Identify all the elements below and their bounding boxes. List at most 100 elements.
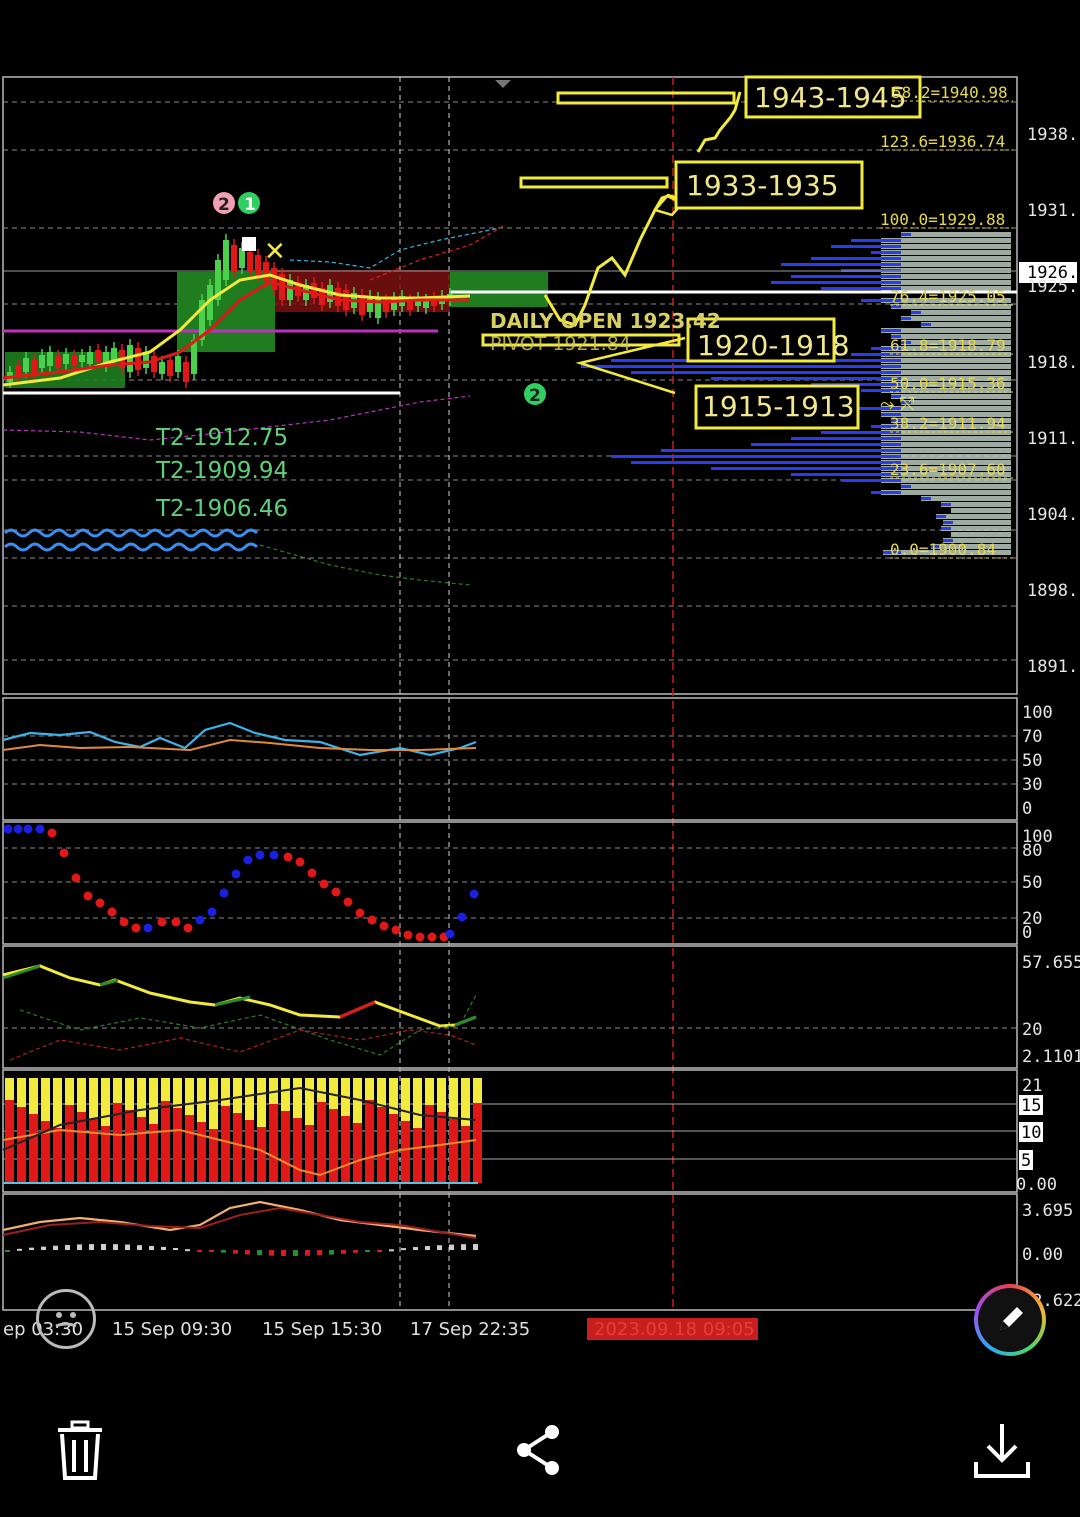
macd-bar bbox=[329, 1250, 334, 1255]
share-button[interactable] bbox=[506, 1418, 570, 1482]
vol-bar-red bbox=[449, 1119, 458, 1183]
svg-text:0.00: 0.00 bbox=[1022, 1245, 1063, 1265]
candle-body bbox=[47, 352, 53, 366]
vol-bar-red bbox=[221, 1106, 230, 1183]
profile-bar-volume bbox=[611, 455, 901, 458]
vol-bar-red bbox=[161, 1101, 170, 1183]
edit-button[interactable] bbox=[974, 1284, 1046, 1356]
profile-bar-volume bbox=[811, 257, 901, 260]
vol-bar-red bbox=[29, 1114, 38, 1183]
svg-text:15 Sep 15:30: 15 Sep 15:30 bbox=[262, 1319, 382, 1340]
stoch-dot bbox=[457, 912, 467, 922]
stoch-dot bbox=[331, 887, 341, 897]
macd-bar bbox=[473, 1244, 478, 1250]
profile-bar-volume bbox=[851, 239, 901, 242]
profile-bar-value bbox=[901, 232, 1011, 237]
macd-histogram bbox=[5, 1244, 478, 1256]
svg-text:1904.: 1904. bbox=[1027, 505, 1078, 525]
vol-bar-red bbox=[293, 1118, 302, 1183]
stoch-dot bbox=[71, 873, 81, 883]
vol-bar-red bbox=[281, 1111, 290, 1183]
profile-bar-volume bbox=[821, 431, 901, 434]
pivot-label: PIVOT 1921.84 bbox=[490, 333, 631, 355]
candle-body bbox=[87, 352, 93, 364]
trading-chart[interactable]: 1943-1945 1933-1935 1920-1918 1915-1913 … bbox=[0, 0, 1080, 1390]
svg-text:30: 30 bbox=[1022, 775, 1042, 795]
vol-bar-red bbox=[353, 1123, 362, 1183]
fib-level-label: 76.4=1925.05 bbox=[890, 287, 1006, 306]
candle-body bbox=[71, 356, 77, 366]
profile-bar-value bbox=[951, 532, 1011, 537]
macd-bar bbox=[257, 1250, 262, 1256]
stoch-grid bbox=[3, 847, 1017, 919]
emoji-face-button[interactable] bbox=[36, 1289, 96, 1349]
svg-text:3.695: 3.695 bbox=[1022, 1201, 1073, 1221]
vol-bar-red bbox=[17, 1107, 26, 1183]
candle-body bbox=[159, 362, 165, 374]
candle-body bbox=[111, 348, 117, 360]
vol-bar-red bbox=[269, 1104, 278, 1183]
stoch-dot bbox=[23, 824, 33, 834]
zone-bar-1943 bbox=[556, 91, 736, 105]
stoch-dot bbox=[195, 915, 205, 925]
stoch-dot bbox=[171, 917, 181, 927]
profile-bar-volume bbox=[943, 521, 953, 524]
profile-bar-value bbox=[941, 526, 1011, 531]
vol-bar-red bbox=[437, 1112, 446, 1183]
vol-bar-red bbox=[461, 1126, 470, 1183]
scroll-marker-icon bbox=[495, 80, 511, 88]
stoch-dot bbox=[95, 898, 105, 908]
svg-text:0.00: 0.00 bbox=[1016, 1175, 1057, 1195]
vol-bar-red bbox=[389, 1114, 398, 1183]
wave-line-1 bbox=[3, 528, 259, 538]
zone-label-1920: 1920-1918 bbox=[697, 329, 850, 362]
macd-bar bbox=[5, 1250, 10, 1252]
vol-bar-red bbox=[65, 1105, 74, 1183]
profile-bar-volume bbox=[881, 329, 901, 332]
profile-bar-volume bbox=[901, 233, 911, 236]
svg-text:2: 2 bbox=[218, 195, 230, 215]
profile-bar-volume bbox=[901, 317, 911, 320]
stoch-dot bbox=[107, 907, 117, 917]
svg-text:2: 2 bbox=[529, 386, 541, 406]
stoch-dot bbox=[283, 852, 293, 862]
profile-bar-volume bbox=[821, 287, 901, 290]
macd-panel-frame bbox=[2, 1193, 1018, 1311]
profile-bar-volume bbox=[791, 275, 901, 278]
candle-body bbox=[63, 354, 69, 364]
stoch-axis: 100 80 50 20 0 bbox=[1022, 827, 1053, 943]
candle-body bbox=[31, 360, 37, 374]
signal-square bbox=[242, 237, 256, 251]
vol-bar-red bbox=[305, 1125, 314, 1183]
macd-bar bbox=[149, 1245, 154, 1250]
macd-bar bbox=[413, 1247, 418, 1250]
profile-bar-value bbox=[943, 520, 1011, 525]
wave-line-2 bbox=[3, 542, 259, 552]
vol-bar-red bbox=[413, 1128, 422, 1183]
profile-bar-value bbox=[901, 484, 1011, 489]
price-axis: 1938. 1931. 1926. 1925. 1918. 1911. 1904… bbox=[1019, 125, 1078, 677]
vol-bar-red bbox=[245, 1120, 254, 1183]
adx-seg-green-1 bbox=[2, 964, 41, 980]
stoch-dot bbox=[343, 897, 353, 907]
stoch-dot bbox=[403, 930, 413, 940]
stoch-dot bbox=[131, 923, 141, 933]
stoch-dot bbox=[469, 889, 479, 899]
download-button[interactable] bbox=[970, 1418, 1034, 1482]
stoch-dot bbox=[47, 828, 57, 838]
macd-bar bbox=[365, 1250, 370, 1252]
adx-seg-green-3 bbox=[214, 995, 251, 1007]
macd-bar bbox=[425, 1246, 430, 1250]
main-grid bbox=[3, 101, 1017, 661]
stoch-dot bbox=[295, 857, 305, 867]
profile-bar-volume bbox=[771, 281, 901, 284]
svg-text:1: 1 bbox=[244, 195, 256, 215]
delete-button[interactable] bbox=[48, 1418, 112, 1482]
projection-path-lower bbox=[543, 194, 682, 327]
profile-bar-value bbox=[941, 502, 1011, 507]
stoch-dot bbox=[379, 921, 389, 931]
macd-bar bbox=[41, 1246, 46, 1250]
stoch-dot bbox=[307, 868, 317, 878]
svg-text:70: 70 bbox=[1022, 727, 1042, 747]
macd-bar bbox=[317, 1250, 322, 1256]
